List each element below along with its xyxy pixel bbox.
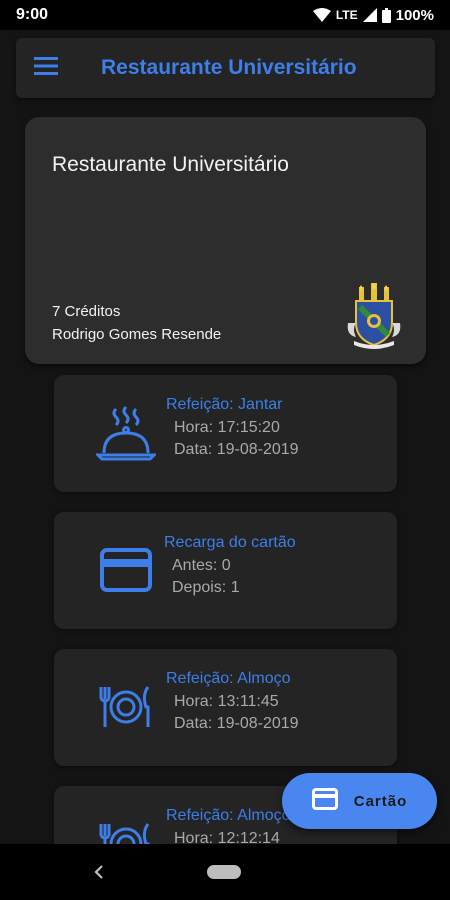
- home-pill-button[interactable]: [207, 865, 241, 879]
- network-label: LTE: [335, 8, 358, 22]
- card-holder-name: Rodrigo Gomes Resende: [52, 326, 222, 343]
- signal-icon: [362, 8, 377, 22]
- transaction-date: Data: 19-08-2019: [174, 715, 299, 732]
- transaction-title: Recarga do cartão: [164, 534, 296, 551]
- transaction-card[interactable]: Refeição: Almoço Hora: 13:11:45 Data: 19…: [54, 649, 397, 766]
- plate-cutlery-icon: [94, 675, 158, 739]
- university-crest-icon: [346, 282, 402, 349]
- card-fab-button[interactable]: Cartão: [282, 773, 437, 829]
- screen: 9:00 LTE 100% Restaurante Universitário …: [0, 0, 450, 900]
- credit-card-icon: [311, 787, 338, 815]
- transaction-card[interactable]: Recarga do cartão Antes: 0 Depois: 1: [54, 512, 397, 629]
- wifi-icon: [312, 8, 331, 22]
- transaction-details: Refeição: Jantar Hora: 17:15:20 Data: 19…: [166, 396, 299, 461]
- transaction-title: Refeição: Almoço: [166, 670, 291, 687]
- transaction-before: Antes: 0: [172, 557, 231, 574]
- cloche-icon: [94, 401, 158, 465]
- back-icon[interactable]: [88, 860, 110, 884]
- navigation-bar: [0, 844, 450, 900]
- card-title: Restaurante Universitário: [52, 153, 289, 176]
- battery-level: 100%: [395, 6, 434, 24]
- menu-button[interactable]: [16, 38, 76, 98]
- transaction-after: Depois: 1: [172, 579, 240, 596]
- battery-icon: [381, 7, 391, 23]
- transaction-time: Hora: 13:11:45: [174, 693, 279, 710]
- menu-icon: [34, 56, 58, 80]
- transaction-details: Refeição: Almoço Hora: 13:11:45 Data: 19…: [166, 670, 299, 735]
- transaction-title: Refeição: Almoço: [166, 807, 291, 824]
- fab-label: Cartão: [353, 792, 408, 810]
- status-icons: LTE 100%: [312, 6, 434, 24]
- transaction-date: Data: 19-08-2019: [174, 441, 299, 458]
- transaction-card[interactable]: Refeição: Jantar Hora: 17:15:20 Data: 19…: [54, 375, 397, 492]
- card-credits: 7 Créditos: [52, 303, 121, 320]
- ru-card[interactable]: Restaurante Universitário 7 Créditos Rod…: [25, 117, 426, 364]
- credit-card-icon: [94, 538, 158, 602]
- transaction-time: Hora: 17:15:20: [174, 419, 280, 436]
- status-bar: 9:00 LTE 100%: [0, 0, 450, 30]
- transaction-details: Recarga do cartão Antes: 0 Depois: 1: [164, 534, 296, 599]
- transaction-title: Refeição: Jantar: [166, 396, 283, 413]
- app-title: Restaurante Universitário: [101, 56, 357, 79]
- status-time: 9:00: [16, 6, 49, 23]
- app-bar: Restaurante Universitário: [16, 38, 435, 98]
